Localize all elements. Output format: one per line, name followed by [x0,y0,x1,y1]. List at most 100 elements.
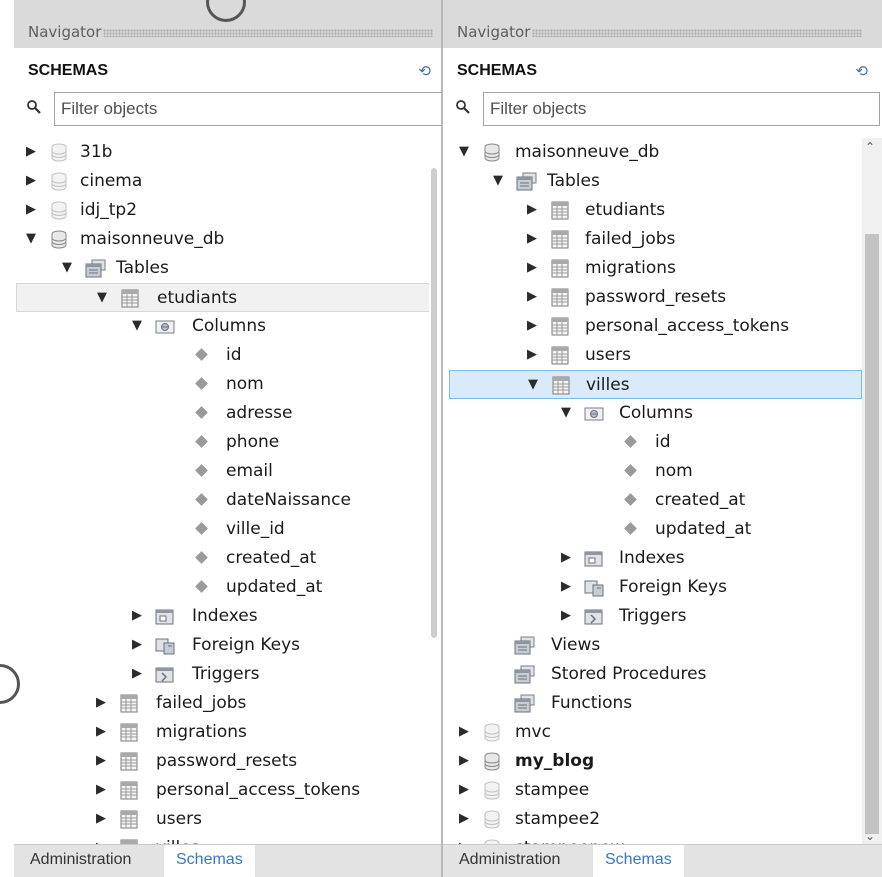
columns-folder[interactable]: ▼ Columns [14,312,441,341]
table-personal-access-tokens[interactable]: ▶ personal_access_tokens [443,312,882,341]
schema-maisonneuve-db[interactable]: ▼ maisonneuve_db [14,225,441,254]
expand-arrow-icon[interactable]: ▶ [527,203,537,217]
filter-objects-input[interactable] [483,92,880,126]
panel-grip[interactable] [103,28,434,37]
navigator-panel-right: Navigator SCHEMAS ⟲ ▼ maisonneuve_db ▼ T… [443,0,882,877]
expand-arrow-icon[interactable]: ▶ [459,754,469,768]
collapse-arrow-icon[interactable]: ▼ [62,261,72,275]
scroll-up-icon[interactable]: ⌃ [865,140,875,154]
expand-arrow-icon[interactable]: ▶ [459,725,469,739]
expand-arrow-icon[interactable]: ▶ [561,609,571,623]
table-failed-jobs[interactable]: ▶ failed_jobs [14,689,441,718]
tree-label: Tables [116,258,169,278]
table-users[interactable]: ▶ users [14,805,441,834]
table-password-resets[interactable]: ▶ password_resets [443,283,882,312]
tree-scrollbar[interactable]: ⌃ ⌄ [862,138,882,845]
expand-arrow-icon[interactable]: ▶ [26,174,36,188]
expand-arrow-icon[interactable]: ▶ [527,290,537,304]
expand-arrow-icon[interactable]: ▶ [527,261,537,275]
indexes-folder[interactable]: ▶ Indexes [443,544,882,573]
expand-arrow-icon[interactable]: ▶ [96,783,106,797]
database-icon [484,781,500,800]
expand-arrow-icon[interactable]: ▶ [132,638,142,652]
expand-arrow-icon[interactable]: ▶ [96,812,106,826]
expand-arrow-icon[interactable]: ▶ [96,696,106,710]
column-item[interactable]: nom [443,457,882,486]
column-item[interactable]: ville_id [14,515,441,544]
expand-arrow-icon[interactable]: ▶ [527,232,537,246]
tab-administration[interactable]: Administration [18,845,143,877]
table-users[interactable]: ▶ users [443,341,882,370]
column-item[interactable]: id [14,341,441,370]
collapse-arrow-icon[interactable]: ▼ [459,145,469,159]
column-item[interactable]: updated_at [443,515,882,544]
expand-arrow-icon[interactable]: ▶ [26,145,36,159]
indexes-folder[interactable]: ▶ Indexes [14,602,441,631]
column-item[interactable]: id [443,428,882,457]
expand-arrow-icon[interactable]: ▶ [561,580,571,594]
table-migrations[interactable]: ▶ migrations [14,718,441,747]
tables-folder[interactable]: ▼ Tables [443,167,882,196]
table-personal-access-tokens[interactable]: ▶ personal_access_tokens [14,776,441,805]
tab-schemas[interactable]: Schemas [164,845,255,877]
schema-stampee2[interactable]: ▶ stampee2 [443,805,882,834]
expand-arrow-icon[interactable]: ▶ [132,667,142,681]
refresh-icon[interactable]: ⟲ [418,62,431,80]
tab-schemas[interactable]: Schemas [593,845,684,877]
filter-objects-input[interactable] [54,92,441,126]
foreign-keys-folder[interactable]: ▶ Foreign Keys [443,573,882,602]
collapse-arrow-icon[interactable]: ▼ [561,406,571,420]
expand-arrow-icon[interactable]: ▶ [459,783,469,797]
table-migrations[interactable]: ▶ migrations [443,254,882,283]
foreign-keys-folder[interactable]: ▶ Foreign Keys [14,631,441,660]
table-etudiants[interactable]: ▼ etudiants [16,283,433,312]
expand-arrow-icon[interactable]: ▶ [527,348,537,362]
schema-31b[interactable]: ▶ 31b [14,138,441,167]
table-password-resets[interactable]: ▶ password_resets [14,747,441,776]
panel-grip[interactable] [532,28,863,37]
stored-procedures-folder[interactable]: Stored Procedures [443,660,882,689]
column-item[interactable]: email [14,457,441,486]
expand-arrow-icon[interactable]: ▶ [96,754,106,768]
tree-scrollbar[interactable] [429,138,441,845]
column-item[interactable]: nom [14,370,441,399]
scrollbar-thumb[interactable] [431,168,437,638]
collapse-arrow-icon[interactable]: ▼ [132,319,142,333]
functions-folder[interactable]: Functions [443,689,882,718]
refresh-icon[interactable]: ⟲ [855,62,868,80]
collapse-arrow-icon[interactable]: ▼ [493,174,503,188]
expand-arrow-icon[interactable]: ▶ [26,203,36,217]
expand-arrow-icon[interactable]: ▶ [132,609,142,623]
column-item[interactable]: created_at [14,544,441,573]
column-item[interactable]: updated_at [14,573,441,602]
column-item[interactable]: adresse [14,399,441,428]
table-etudiants[interactable]: ▶ etudiants [443,196,882,225]
tab-administration[interactable]: Administration [447,845,572,877]
scroll-down-icon[interactable]: ⌄ [865,829,875,843]
table-failed-jobs[interactable]: ▶ failed_jobs [443,225,882,254]
tree-label: updated_at [655,519,752,539]
schema-maisonneuve-db[interactable]: ▼ maisonneuve_db [443,138,882,167]
schema-my-blog[interactable]: ▶ my_blog [443,747,882,776]
collapse-arrow-icon[interactable]: ▼ [97,291,107,305]
table-villes[interactable]: ▼ villes [449,370,862,399]
schema-mvc[interactable]: ▶ mvc [443,718,882,747]
column-item[interactable]: dateNaissance [14,486,441,515]
column-item[interactable]: phone [14,428,441,457]
collapse-arrow-icon[interactable]: ▼ [26,232,36,246]
triggers-folder[interactable]: ▶ Triggers [443,602,882,631]
columns-folder[interactable]: ▼ Columns [443,399,882,428]
triggers-folder[interactable]: ▶ Triggers [14,660,441,689]
tables-folder[interactable]: ▼ Tables [14,254,441,283]
column-item[interactable]: created_at [443,486,882,515]
expand-arrow-icon[interactable]: ▶ [527,319,537,333]
expand-arrow-icon[interactable]: ▶ [459,812,469,826]
schema-stampee[interactable]: ▶ stampee [443,776,882,805]
scrollbar-thumb[interactable] [865,234,879,834]
schema-idj-tp2[interactable]: ▶ idj_tp2 [14,196,441,225]
expand-arrow-icon[interactable]: ▶ [96,725,106,739]
collapse-arrow-icon[interactable]: ▼ [528,378,538,392]
schema-cinema[interactable]: ▶ cinema [14,167,441,196]
expand-arrow-icon[interactable]: ▶ [561,551,571,565]
views-folder[interactable]: Views [443,631,882,660]
